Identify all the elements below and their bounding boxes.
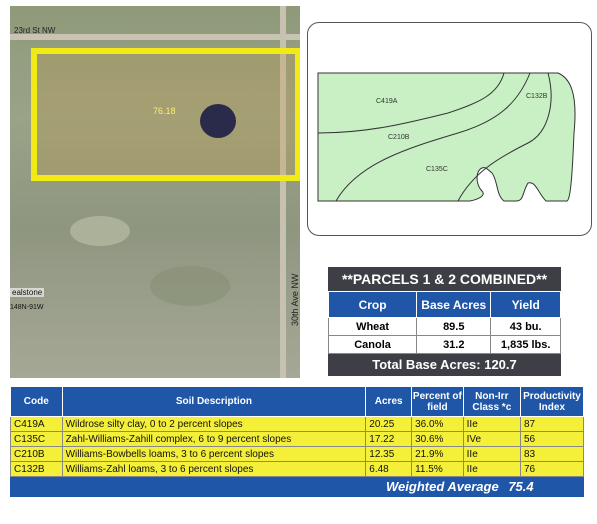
- road-label-side: 30th Ave NW: [290, 273, 300, 326]
- class-cell: IVe: [462, 431, 521, 447]
- pct-cell: 36.0%: [411, 416, 464, 432]
- map-label-township: 148N-91W: [10, 304, 44, 311]
- soil-unit-label: C210B: [388, 134, 410, 141]
- aerial-photo: 23rd St NW 30th Ave NW ealstone 148N-91W…: [10, 6, 300, 378]
- col-soil-description: Soil Description: [61, 386, 367, 417]
- pct-cell: 11.5%: [411, 461, 464, 477]
- table-row: C210B Williams-Bowbells loams, 3 to 6 pe…: [10, 446, 585, 462]
- col-crop: Crop: [327, 291, 418, 318]
- parcels-title: **PARCELS 1 & 2 COMBINED**: [328, 267, 561, 291]
- road-label-top: 23rd St NW: [14, 26, 56, 35]
- col-percent: Percent of field: [411, 386, 464, 417]
- pct-cell: 21.9%: [411, 446, 464, 462]
- acres-cell: 31.2: [416, 335, 492, 354]
- soil-map: C419A C210B C135C C132B: [307, 22, 592, 236]
- terrain-patch: [150, 266, 230, 306]
- acres-cell: 12.35: [365, 446, 413, 462]
- parcels-table: Crop Base Acres Yield Wheat 89.5 43 bu. …: [327, 291, 561, 354]
- desc-cell: Williams-Bowbells loams, 3 to 6 percent …: [61, 446, 367, 462]
- parcels-summary: **PARCELS 1 & 2 COMBINED** Crop Base Acr…: [327, 267, 561, 376]
- table-row: C135C Zahl-Williams-Zahill complex, 6 to…: [10, 431, 585, 447]
- desc-cell: Wildrose silty clay, 0 to 2 percent slop…: [61, 416, 367, 432]
- class-cell: IIe: [462, 461, 521, 477]
- col-base-acres: Base Acres: [416, 291, 492, 318]
- yield-cell: 43 bu.: [490, 317, 561, 336]
- class-cell: IIe: [462, 416, 521, 432]
- weighted-average-bar: Weighted Average 75.4: [10, 477, 584, 497]
- crop-cell: Canola: [327, 335, 418, 354]
- desc-cell: Zahl-Williams-Zahill complex, 6 to 9 per…: [61, 431, 367, 447]
- acres-cell: 6.48: [365, 461, 413, 477]
- code-cell: C132B: [10, 461, 63, 477]
- soil-unit-label: C135C: [426, 166, 448, 173]
- pi-cell: 56: [519, 431, 585, 447]
- code-cell: C419A: [10, 416, 63, 432]
- pond: [200, 104, 236, 138]
- col-productivity: Productivity Index: [519, 386, 585, 417]
- soil-unit-label: C419A: [376, 98, 398, 105]
- weighted-average-label: Weighted Average: [386, 479, 499, 494]
- acres-cell: 20.25: [365, 416, 413, 432]
- code-cell: C210B: [10, 446, 63, 462]
- total-base-acres: Total Base Acres: 120.7: [328, 354, 561, 376]
- terrain-patch: [70, 216, 130, 246]
- soil-unit-label: C132B: [526, 93, 548, 100]
- code-cell: C135C: [10, 431, 63, 447]
- soil-table: Code Soil Description Acres Percent of f…: [10, 386, 585, 497]
- weighted-average-value: 75.4: [508, 479, 534, 494]
- pi-cell: 87: [519, 416, 585, 432]
- pct-cell: 30.6%: [411, 431, 464, 447]
- soil-data-table: Code Soil Description Acres Percent of f…: [10, 386, 585, 477]
- col-acres: Acres: [365, 386, 413, 417]
- acres-cell: 89.5: [416, 317, 492, 336]
- crop-cell: Wheat: [327, 317, 418, 336]
- col-code: Code: [10, 386, 63, 417]
- col-class: Non-Irr Class *c: [462, 386, 521, 417]
- field-acres-label: 76.18: [153, 106, 176, 116]
- table-row: C132B Williams-Zahl loams, 3 to 6 percen…: [10, 461, 585, 477]
- acres-cell: 17.22: [365, 431, 413, 447]
- table-row: C419A Wildrose silty clay, 0 to 2 percen…: [10, 416, 585, 432]
- col-yield: Yield: [490, 291, 561, 318]
- pi-cell: 76: [519, 461, 585, 477]
- map-label-place: ealstone: [10, 288, 45, 297]
- soil-map-svg: C419A C210B C135C C132B: [317, 72, 576, 202]
- desc-cell: Williams-Zahl loams, 3 to 6 percent slop…: [61, 461, 367, 477]
- pi-cell: 83: [519, 446, 585, 462]
- table-row: Canola 31.2 1,835 lbs.: [327, 335, 561, 354]
- table-row: Wheat 89.5 43 bu.: [327, 317, 561, 336]
- yield-cell: 1,835 lbs.: [490, 335, 561, 354]
- class-cell: IIe: [462, 446, 521, 462]
